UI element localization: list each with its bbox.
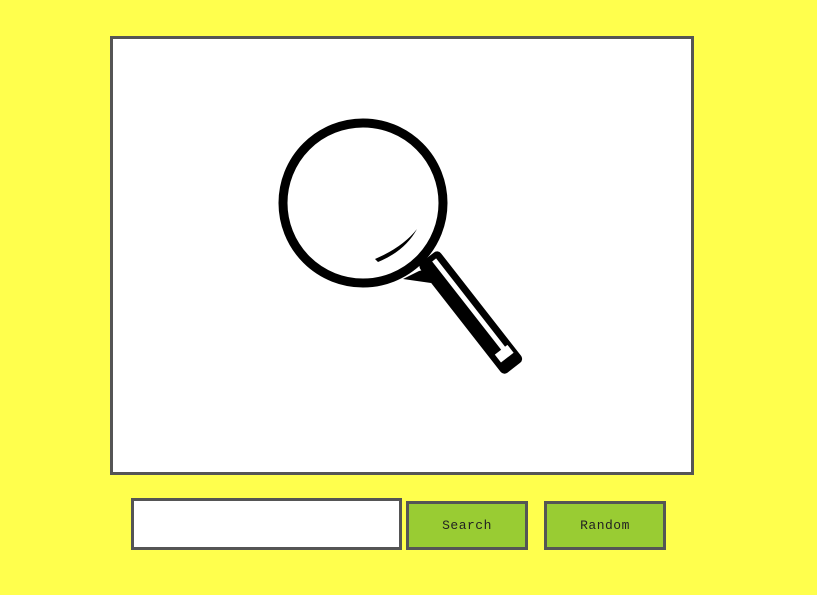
random-button[interactable]: Random — [544, 501, 666, 550]
search-button[interactable]: Search — [406, 501, 528, 550]
image-display — [110, 36, 694, 475]
search-input[interactable] — [131, 498, 402, 550]
magnifying-glass-icon — [278, 118, 523, 374]
